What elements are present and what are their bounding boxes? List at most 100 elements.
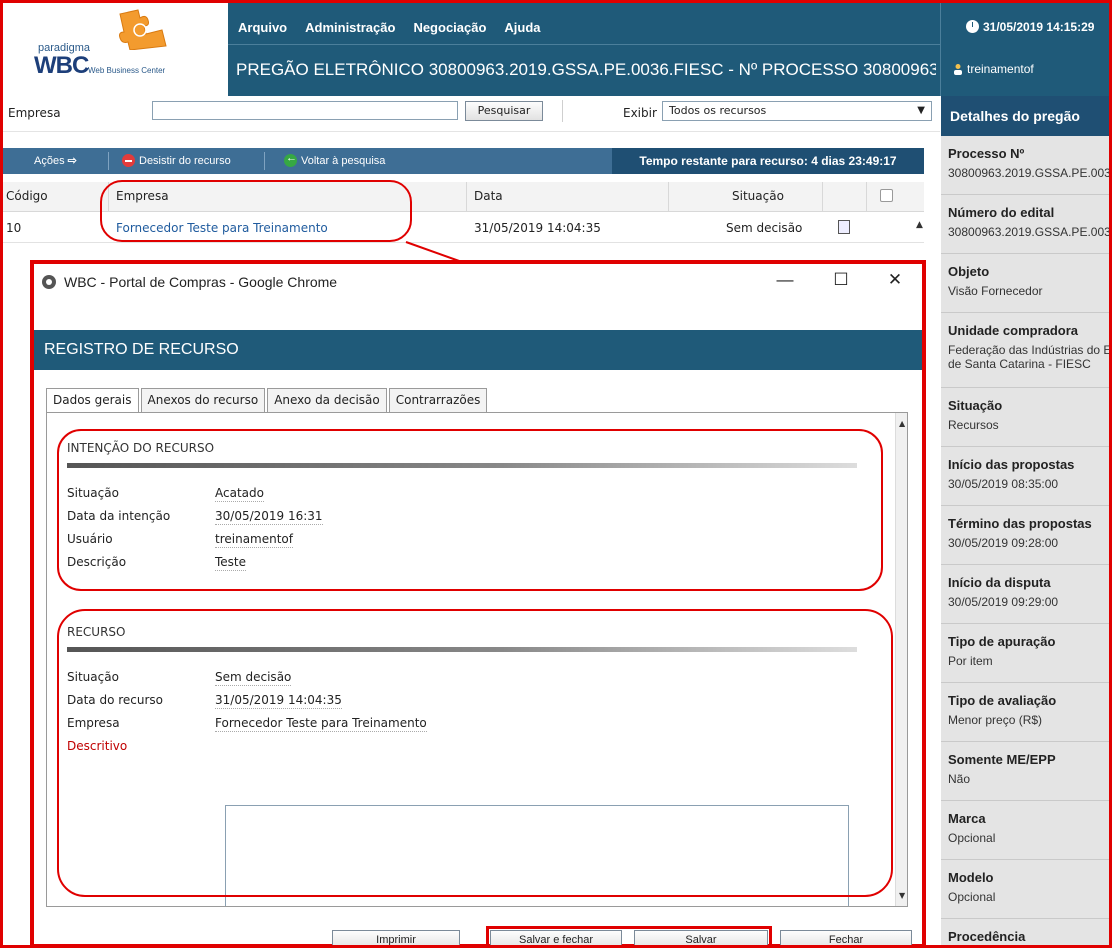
desistir-label: Desistir do recurso	[139, 155, 231, 167]
column-divider	[108, 182, 109, 212]
header-divider	[228, 44, 940, 45]
intencao-usuario-row: Usuário treinamentof	[57, 528, 883, 551]
tab-content: INTENÇÃO DO RECURSO Situação Acatado Data…	[46, 413, 908, 907]
voltar-button[interactable]: Voltar à pesquisa	[284, 152, 385, 167]
scroll-down-icon[interactable]: ▼	[899, 891, 905, 900]
exibir-select[interactable]: Todos os recursos ▼	[662, 101, 932, 121]
popup-window-title: WBC - Portal de Compras - Google Chrome	[64, 274, 338, 290]
maximize-button[interactable]: ☐	[826, 270, 856, 290]
sidebar-item-inicio-propostas: Início das propostas 30/05/2019 08:35:00	[941, 447, 1112, 506]
sidebar-value: Opcional	[948, 831, 996, 845]
col-situacao[interactable]: Situação	[732, 189, 784, 203]
col-data[interactable]: Data	[474, 189, 503, 203]
intencao-title: INTENÇÃO DO RECURSO	[67, 441, 215, 455]
pesquisar-button[interactable]: Pesquisar	[465, 101, 543, 121]
user-display[interactable]: treinamentof	[952, 62, 1034, 76]
salvar-fechar-button[interactable]: Salvar e fechar	[490, 930, 622, 948]
sidebar-item-unidade: Unidade compradora Federação das Indústri…	[941, 313, 1112, 388]
popup-window: WBC - Portal de Compras - Google Chrome …	[30, 260, 926, 948]
sidebar-label: Tipo de avaliação	[948, 693, 1057, 708]
table-header: Código Empresa Data Situação	[0, 182, 924, 212]
intencao-data-row: Data da intenção 30/05/2019 16:31	[57, 505, 883, 528]
column-divider	[866, 182, 867, 212]
sidebar-label: Situação	[948, 398, 1003, 413]
empresa-input[interactable]	[152, 101, 458, 120]
fechar-button[interactable]: Fechar	[780, 930, 912, 948]
field-value: 31/05/2019 14:04:35	[215, 693, 342, 709]
puzzle-icon	[119, 9, 167, 50]
col-codigo[interactable]: Código	[6, 189, 48, 203]
sidebar-item-processo: Processo Nº 30800963.2019.GSSA.PE.0036.FI…	[941, 136, 1112, 195]
sidebar-value: 30/05/2019 08:35:00	[948, 477, 1059, 491]
field-label: Data da intenção	[67, 509, 171, 523]
tab-anexos-recurso[interactable]: Anexos do recurso	[140, 388, 266, 412]
field-label: Data do recurso	[67, 693, 164, 707]
intencao-situacao-row: Situação Acatado	[57, 482, 883, 505]
sidebar-item-tipo-avaliacao: Tipo de avaliação Menor preço (R$)	[941, 683, 1112, 742]
select-all-checkbox[interactable]	[880, 189, 893, 202]
timer-badge: Tempo restante para recurso: 4 dias 23:4…	[612, 148, 924, 174]
close-button[interactable]: ✕	[880, 270, 910, 290]
menu-negociacao[interactable]: Negociação	[413, 20, 486, 35]
sidebar-value: Menor preço (R$)	[948, 713, 1043, 727]
tab-anexo-decisao[interactable]: Anexo da decisão	[267, 388, 387, 412]
actions-divider	[264, 152, 265, 170]
popup-spacer	[34, 300, 922, 330]
sidebar-value: Federação das Indústrias do Estado de Sa…	[948, 343, 1112, 371]
menu-arquivo[interactable]: Arquivo	[238, 20, 287, 35]
sidebar-value: 30/05/2019 09:29:00	[948, 595, 1059, 609]
table-row[interactable]: 10 Fornecedor Teste para Treinamento 31/…	[0, 213, 924, 243]
menu-ajuda[interactable]: Ajuda	[504, 20, 540, 35]
actions-bar: Ações ⇨ Desistir do recurso Voltar à pes…	[0, 148, 924, 174]
cell-empresa-link[interactable]: Fornecedor Teste para Treinamento	[116, 221, 328, 235]
field-label: Situação	[67, 486, 119, 500]
sidebar-value: Visão Fornecedor	[948, 284, 1043, 298]
minimize-button[interactable]: —	[770, 270, 800, 290]
desistir-button[interactable]: Desistir do recurso	[122, 154, 231, 167]
field-value: Sem decisão	[215, 670, 292, 686]
dropdown-arrow-icon: ▼	[917, 105, 925, 116]
scroll-up-icon[interactable]: ▲	[916, 220, 923, 230]
search-divider	[562, 100, 563, 122]
field-value: Fornecedor Teste para Treinamento	[215, 716, 427, 732]
sidebar-label: Número do edital	[948, 205, 1055, 220]
acoes-menu[interactable]: Ações ⇨	[34, 154, 77, 167]
page-title: PREGÃO ELETRÔNICO 30800963.2019.GSSA.PE.…	[236, 60, 936, 79]
wbc-logo[interactable]: paradigma WBC Web Business Center	[30, 6, 210, 90]
field-value: treinamentof	[215, 532, 293, 548]
tab-bar: Dados gerais Anexos do recurso Anexo da …	[46, 388, 488, 412]
imprimir-button[interactable]: Imprimir	[332, 930, 460, 948]
sidebar-item-edital: Número do edital 30800963.2019.GSSA.PE.00…	[941, 195, 1112, 254]
sidebar-label: Objeto	[948, 264, 990, 279]
salvar-button[interactable]: Salvar	[634, 930, 768, 948]
descritivo-textarea[interactable]	[225, 805, 849, 906]
sidebar-title: Detalhes do pregão	[941, 96, 1112, 136]
tab-dados-gerais[interactable]: Dados gerais	[46, 388, 139, 412]
col-empresa[interactable]: Empresa	[116, 189, 169, 203]
clock-icon	[966, 20, 979, 33]
back-arrow-icon	[284, 152, 297, 167]
sidebar-item-marca: Marca Opcional	[941, 801, 1112, 860]
sidebar-item-somente-me-epp: Somente ME/EPP Não	[941, 742, 1112, 801]
document-icon[interactable]	[838, 220, 850, 234]
scroll-up-icon[interactable]: ▲	[899, 419, 905, 428]
popup-footer: Imprimir Salvar e fechar Salvar Fechar	[34, 926, 922, 948]
cell-data: 31/05/2019 14:04:35	[474, 221, 601, 235]
recurso-empresa-row: Empresa Fornecedor Teste para Treinamento	[57, 712, 883, 735]
intencao-section: INTENÇÃO DO RECURSO Situação Acatado Data…	[57, 441, 883, 574]
username-text: treinamentof	[967, 62, 1034, 76]
brand-sub-text: Web Business Center	[88, 66, 166, 75]
popup-titlebar[interactable]: WBC - Portal de Compras - Google Chrome …	[34, 264, 922, 300]
field-value: Acatado	[215, 486, 264, 502]
registro-header: REGISTRO DE RECURSO	[34, 330, 922, 370]
sidebar-label: Marca	[948, 811, 986, 826]
popup-scrollbar[interactable]: ▲ ▼	[895, 413, 907, 906]
sidebar-item-objeto: Objeto Visão Fornecedor	[941, 254, 1112, 313]
tab-contrarrazoes[interactable]: Contrarrazões	[388, 388, 488, 412]
actions-divider	[108, 152, 109, 170]
sidebar-item-modelo: Modelo Opcional	[941, 860, 1112, 919]
menu-administracao[interactable]: Administração	[305, 20, 395, 35]
sidebar-value: 30800963.2019.GSSA.PE.0036.FIESC	[948, 225, 1112, 239]
remove-icon	[122, 154, 135, 167]
cell-codigo: 10	[6, 221, 22, 235]
